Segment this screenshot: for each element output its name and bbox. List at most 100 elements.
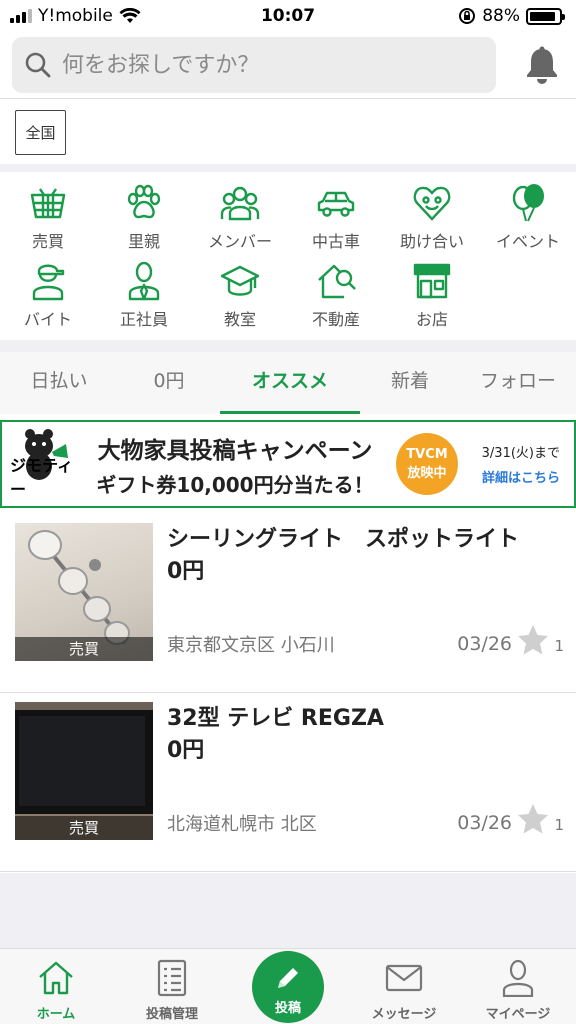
bell-icon[interactable]: [520, 43, 564, 87]
balloon-icon: [512, 184, 544, 222]
category-buy-sell[interactable]: 売買: [0, 183, 96, 252]
category-label: 里親: [127, 232, 160, 251]
listing-thumbnail: 売買: [15, 702, 153, 840]
parttime-worker-icon: [32, 264, 65, 301]
tvcm-badge-line1: TVCM: [406, 447, 448, 462]
tab-daily-pay[interactable]: 日払い: [0, 352, 118, 414]
post-button-label: 投稿: [274, 1001, 301, 1016]
banner-copy: 大物家具投稿キャンペーン ギフト券10,000円分当たる！: [80, 431, 390, 498]
tab-free[interactable]: 0円: [118, 352, 220, 414]
listing-item[interactable]: 売買 シーリングライト スポットライト 0円 東京都文京区 小石川 03/26 …: [0, 515, 576, 693]
nav-post-management[interactable]: 投稿管理: [122, 949, 222, 1024]
paw-icon: [127, 184, 161, 219]
list-document-icon: [157, 959, 187, 997]
nav-mypage-label: マイページ: [485, 1007, 551, 1022]
search-row: [12, 37, 564, 93]
listing-thumbnail: 売買: [15, 523, 153, 661]
envelope-icon: [385, 964, 423, 992]
employee-icon: [128, 261, 160, 301]
favorite-star-icon[interactable]: [516, 802, 550, 836]
brand-logo-text: ジモティー: [10, 456, 74, 499]
campaign-banner[interactable]: ジモティー 大物家具投稿キャンペーン ギフト券10,000円分当たる！ TVCM…: [0, 420, 576, 508]
category-classroom[interactable]: 教室: [192, 261, 288, 330]
favorite-count: 1: [554, 637, 564, 655]
favorite-star-icon[interactable]: [516, 623, 550, 657]
category-label: 売買: [31, 232, 64, 251]
home-icon: [39, 961, 73, 995]
category-label: 教室: [223, 310, 256, 329]
tab-recommended[interactable]: オススメ: [220, 352, 360, 414]
car-icon: [317, 191, 355, 217]
search-box[interactable]: [12, 37, 496, 93]
category-label: メンバー: [207, 232, 272, 251]
search-input[interactable]: [62, 52, 482, 78]
listing-price: 0円: [167, 559, 205, 584]
carrier-label: Y!mobile: [38, 6, 113, 26]
mortarboard-icon: [220, 265, 260, 296]
list-footer-space: [0, 873, 576, 948]
listing-category-tag: 売買: [15, 816, 153, 840]
tab-bar: 日払い 0円 オススメ 新着 フォロー: [0, 352, 576, 414]
category-label: イベント: [495, 232, 560, 251]
campaign-end-date: 3/31(火)まで: [481, 446, 560, 461]
status-right: 88%: [458, 6, 565, 26]
category-mutual-aid[interactable]: 助け合い: [384, 183, 480, 252]
category-real-estate[interactable]: 不動産: [288, 261, 384, 330]
listing-date: 03/26: [457, 633, 512, 655]
battery-fill: [530, 11, 555, 21]
listing-item[interactable]: 売買 32型 テレビ REGZA 0円 北海道札幌市 北区 03/26 1: [0, 694, 576, 872]
category-label: 不動産: [311, 310, 360, 329]
category-label: 助け合い: [399, 232, 464, 251]
campaign-details-link[interactable]: 詳細はこちら: [458, 467, 560, 486]
tab-new[interactable]: 新着: [360, 352, 460, 414]
heart-face-icon: [413, 186, 451, 221]
banner-subline: ギフト券10,000円分当たる！: [96, 472, 374, 497]
category-label: お店: [415, 310, 448, 329]
battery-percent: 88%: [482, 6, 520, 26]
listing-date: 03/26: [457, 812, 512, 834]
tvcm-badge-line2: 放映中: [407, 466, 447, 481]
battery-icon: [526, 7, 565, 25]
category-full-time[interactable]: 正社員: [96, 261, 192, 330]
category-shop[interactable]: お店: [384, 261, 480, 330]
category-label: バイト: [23, 310, 72, 329]
rotation-lock-icon: [459, 8, 476, 24]
wifi-icon: [119, 8, 141, 23]
section-gap: [0, 164, 576, 172]
listing-location: 東京都文京区 小石川: [167, 635, 335, 656]
category-foster[interactable]: 里親: [96, 183, 192, 252]
signal-icon: [10, 9, 32, 23]
post-button[interactable]: 投稿: [252, 951, 324, 1023]
category-members[interactable]: メンバー: [192, 183, 288, 252]
nav-mypage[interactable]: マイページ: [468, 949, 568, 1024]
user-icon: [502, 959, 534, 997]
listing-title: シーリングライト スポットライト: [167, 527, 520, 552]
category-event[interactable]: イベント: [480, 183, 576, 252]
banner-side: 3/31(火)まで 詳細はこちら: [458, 442, 568, 486]
mascot-logo: ジモティー: [2, 422, 80, 506]
nav-messages[interactable]: メッセージ: [354, 949, 454, 1024]
listing-price: 0円: [167, 738, 205, 763]
banner-headline: 大物家具投稿キャンペーン: [97, 437, 373, 464]
category-part-time[interactable]: バイト: [0, 261, 96, 330]
tvcm-badge: TVCM 放映中: [396, 433, 458, 495]
search-icon: [25, 52, 51, 78]
pencil-icon: [278, 968, 298, 988]
listing-location: 北海道札幌市 北区: [167, 814, 317, 835]
status-bar: Y!mobile 10:07 88%: [0, 0, 576, 32]
basket-icon: [30, 188, 66, 219]
category-used-car[interactable]: 中古車: [288, 183, 384, 252]
listing-category-tag: 売買: [15, 637, 153, 661]
nav-home-label: ホーム: [36, 1007, 76, 1022]
favorite-count: 1: [554, 816, 564, 834]
region-selector-button[interactable]: 全国: [15, 110, 66, 155]
members-icon: [220, 186, 260, 221]
tab-follow[interactable]: フォロー: [460, 352, 576, 414]
nav-post-management-label: 投稿管理: [145, 1007, 198, 1022]
nav-home[interactable]: ホーム: [6, 949, 106, 1024]
status-left: Y!mobile: [10, 6, 141, 26]
nav-messages-label: メッセージ: [371, 1007, 437, 1022]
bottom-nav: ホーム 投稿管理 投稿 メッセージ マイページ: [0, 948, 576, 1024]
category-label: 正社員: [119, 310, 168, 329]
shop-icon: [413, 263, 451, 299]
